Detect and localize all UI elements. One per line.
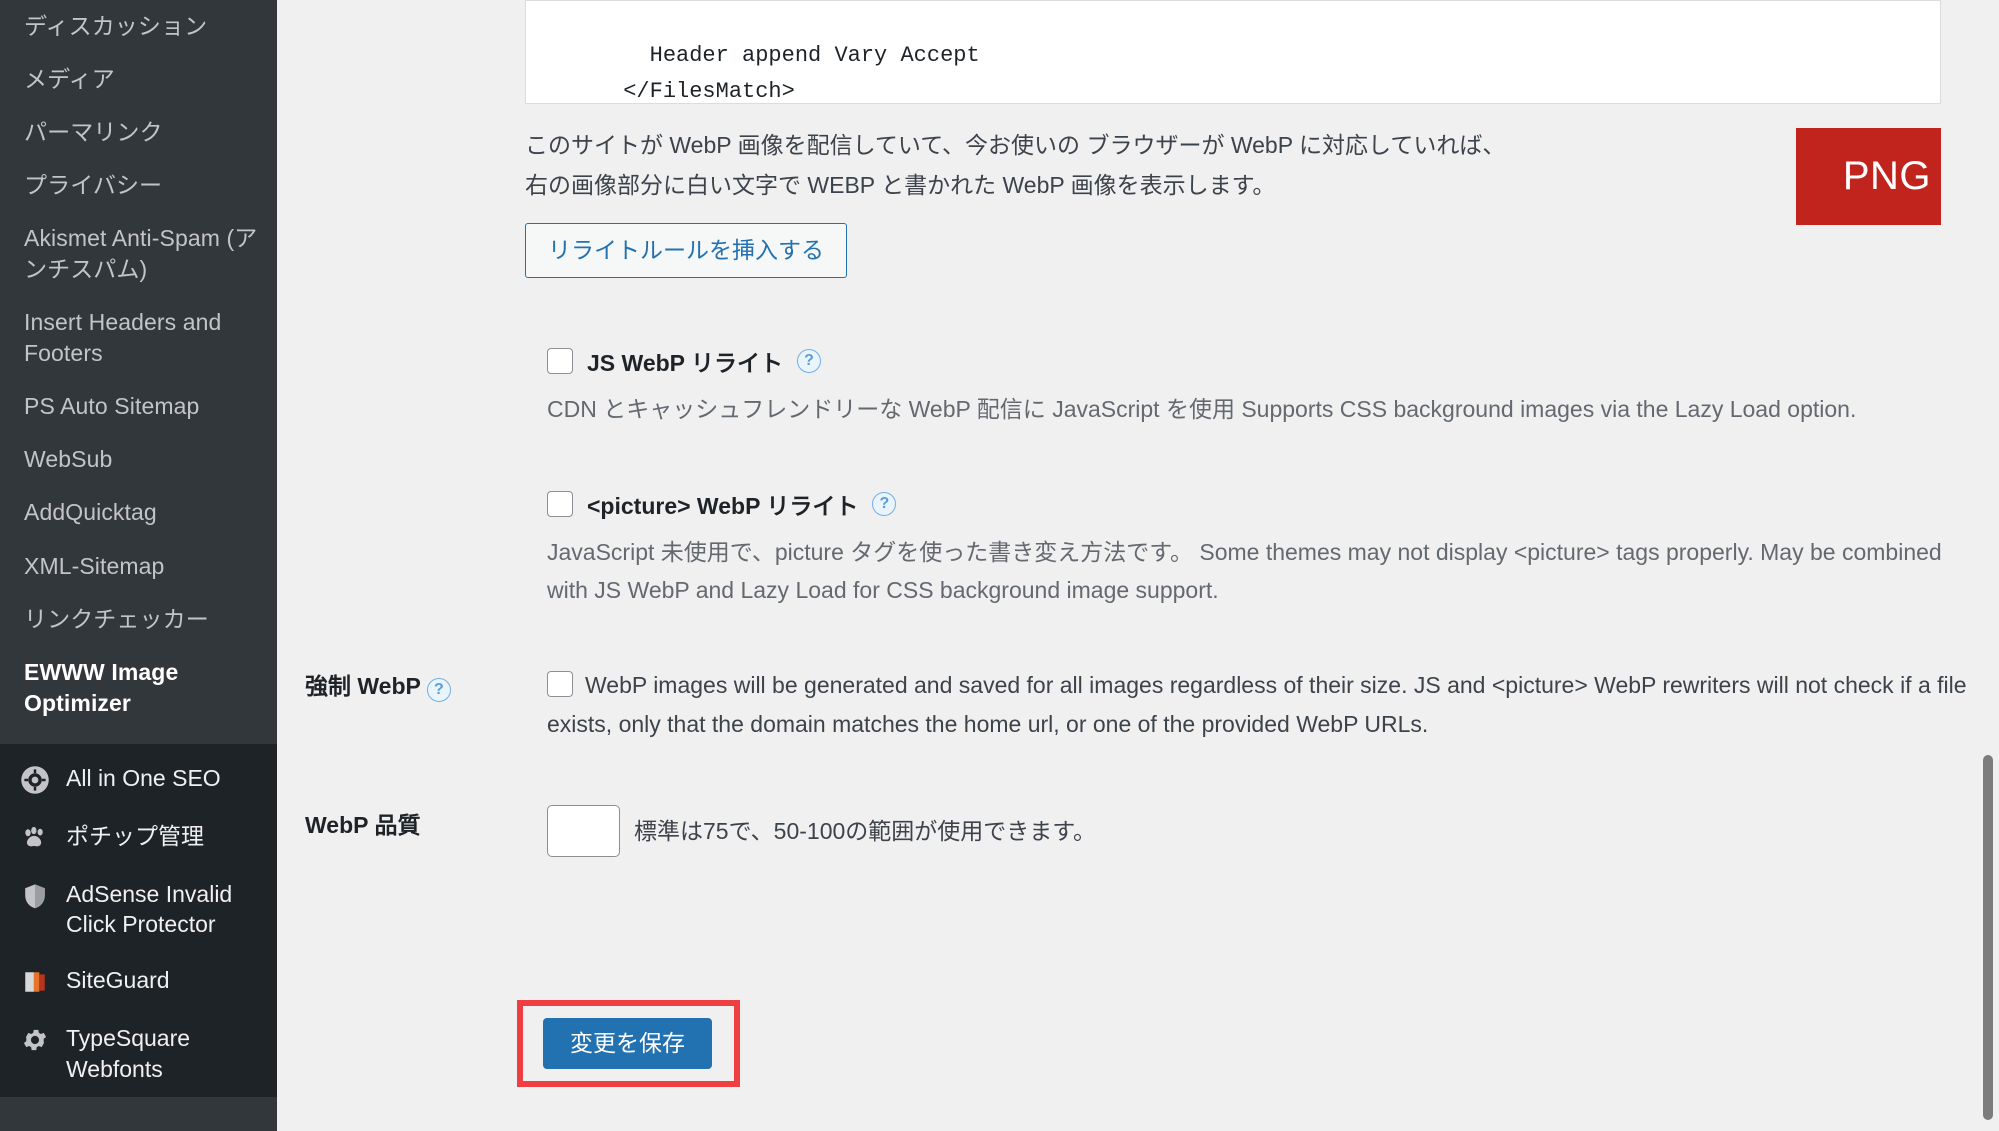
force-webp-row: 強制 WebP ? WebP images will be generated … xyxy=(277,652,1999,757)
sidebar-item-privacy[interactable]: プライバシー xyxy=(0,159,277,212)
plugins-menu: All in One SEO ポチップ管理 AdSense Invalid Cl… xyxy=(0,743,277,1098)
js-webp-title: JS WebP リライト xyxy=(587,350,783,377)
htaccess-code-text: Header append Vary Accept </FilesMatch> … xyxy=(623,43,980,104)
sidebar-item-label: AdSense Invalid Click Protector xyxy=(66,880,233,938)
insert-rewrite-rules-button[interactable]: リライトルールを挿入する xyxy=(525,223,847,279)
png-test-image: PNG xyxy=(1796,128,1941,225)
js-webp-checkbox[interactable] xyxy=(547,348,573,375)
sidebar-item-xml-sitemap[interactable]: XML-Sitemap xyxy=(0,540,277,593)
sidebar-item-label: TypeSquare Webfonts xyxy=(66,1025,191,1082)
webp-quality-note: 標準は75で、50-100の範囲が使用できます。 xyxy=(634,818,1096,845)
save-button-highlight: 変更を保存 xyxy=(517,1000,740,1087)
save-button[interactable]: 変更を保存 xyxy=(543,1018,712,1069)
force-webp-checkbox[interactable] xyxy=(547,670,573,697)
htaccess-code-block: Header append Vary Accept </FilesMatch> … xyxy=(525,0,1941,104)
sidebar-item-label: ポチップ管理 xyxy=(66,822,204,849)
sidebar-item-permalinks[interactable]: パーマリンク xyxy=(0,106,277,159)
sidebar-item-ewww-image-optimizer[interactable]: EWWW Image Optimizer xyxy=(0,646,277,730)
sidebar-item-typesquare-webfonts[interactable]: TypeSquare Webfonts xyxy=(0,1010,277,1097)
help-icon[interactable]: ? xyxy=(426,677,451,702)
help-icon[interactable]: ? xyxy=(872,491,897,516)
picture-webp-title: <picture> WebP リライト xyxy=(587,492,859,519)
force-webp-description-wrap: WebP images will be generated and saved … xyxy=(547,666,1971,743)
settings-submenu: ディスカッション メディア パーマリンク プライバシー Akismet Anti… xyxy=(0,0,277,744)
sidebar-item-addquicktag[interactable]: AddQuicktag xyxy=(0,486,277,539)
force-webp-description: WebP images will be generated and saved … xyxy=(547,671,1967,737)
admin-sidebar: ディスカッション メディア パーマリンク プライバシー Akismet Anti… xyxy=(0,0,277,1131)
sidebar-item-link-checker[interactable]: リンクチェッカー xyxy=(0,593,277,646)
sidebar-item-ps-auto-sitemap[interactable]: PS Auto Sitemap xyxy=(0,380,277,433)
js-webp-row-label xyxy=(277,322,533,362)
js-webp-block: JS WebP リライト ? CDN とキャッシュフレンドリーな WebP 配信… xyxy=(547,336,1971,429)
webp-quality-input[interactable] xyxy=(547,805,620,858)
webp-quality-label: WebP 品質 xyxy=(305,812,421,839)
sidebar-item-websub[interactable]: WebSub xyxy=(0,433,277,486)
webp-description-row: このサイトが WebP 画像を配信していて、今お使いの ブラウザーが WebP … xyxy=(525,104,1941,279)
force-webp-label-cell: 強制 WebP ? xyxy=(277,652,533,722)
force-webp-label: 強制 WebP xyxy=(305,672,421,699)
picture-webp-block: <picture> WebP リライト ? JavaScript 未使用で、pi… xyxy=(547,479,1971,610)
vertical-scrollbar[interactable] xyxy=(1983,755,1993,1120)
webp-description-line-2: 右の画像部分に白い文字で WEBP と書かれた WebP 画像を表示します。 xyxy=(525,171,1276,198)
picture-webp-description: JavaScript 未使用で、picture タグを使った書き変え方法です。 … xyxy=(547,538,1942,604)
gear-icon xyxy=(18,1025,52,1055)
sidebar-item-media[interactable]: メディア xyxy=(0,53,277,106)
sidebar-item-akismet[interactable]: Akismet Anti-Spam (アンチスパム) xyxy=(0,212,277,296)
webp-description-line-1: このサイトが WebP 画像を配信していて、今お使いの ブラウザーが WebP … xyxy=(525,132,1506,158)
sidebar-item-all-in-one-seo[interactable]: All in One SEO xyxy=(0,750,277,808)
webp-description: このサイトが WebP 画像を配信していて、今お使いの ブラウザーが WebP … xyxy=(525,126,1776,279)
sidebar-item-label: SiteGuard xyxy=(66,967,170,994)
picture-webp-row-label xyxy=(277,465,533,505)
gear-circle-icon xyxy=(18,765,52,795)
shield-icon xyxy=(18,881,52,911)
sidebar-item-insert-headers-footers[interactable]: Insert Headers and Footers xyxy=(0,296,277,380)
siteguard-icon xyxy=(18,967,52,997)
main-content: Header append Vary Accept </FilesMatch> … xyxy=(277,0,1999,1131)
webp-quality-row: WebP 品質 標準は75で、50-100の範囲が使用できます。 xyxy=(277,791,1999,871)
picture-webp-checkbox[interactable] xyxy=(547,490,573,517)
sidebar-item-adsense-invalid-click-protector[interactable]: AdSense Invalid Click Protector xyxy=(0,866,277,953)
picture-webp-row: <picture> WebP リライト ? JavaScript 未使用で、pi… xyxy=(277,465,1999,624)
sidebar-item-label: All in One SEO xyxy=(66,764,221,791)
save-area: 変更を保存 xyxy=(517,1000,740,1087)
js-webp-row: JS WebP リライト ? CDN とキャッシュフレンドリーな WebP 配信… xyxy=(277,322,1999,443)
sidebar-item-siteguard[interactable]: SiteGuard xyxy=(0,952,277,1010)
sidebar-item-pochipp[interactable]: ポチップ管理 xyxy=(0,808,277,866)
wordpress-admin-screen: ディスカッション メディア パーマリンク プライバシー Akismet Anti… xyxy=(0,0,1999,1131)
sidebar-item-discussion[interactable]: ディスカッション xyxy=(0,0,277,53)
js-webp-description: CDN とキャッシュフレンドリーな WebP 配信に JavaScript を使… xyxy=(547,396,1857,423)
help-icon[interactable]: ? xyxy=(796,349,821,374)
paw-icon xyxy=(18,823,52,853)
